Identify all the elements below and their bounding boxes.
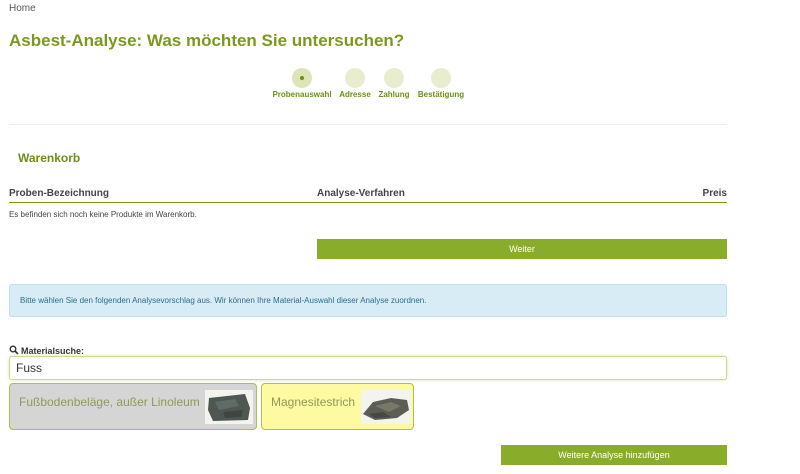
search-label: Materialsuche: [9, 345, 84, 356]
cart-title: Warenkorb [18, 151, 81, 165]
material-stone-image [205, 390, 253, 424]
page-title: Asbest-Analyse: Was möchten Sie untersuc… [9, 31, 405, 50]
cart-empty-message: Es befinden sich noch keine Produkte im … [9, 210, 197, 219]
add-analysis-button[interactable]: Weitere Analyse hinzufügen [501, 445, 727, 465]
material-suggestion-label: Magnesitestrich [271, 395, 356, 409]
material-suggestion-label: Fußbodenbeläge, außer Linoleum [19, 395, 200, 409]
material-stone-image [361, 390, 411, 424]
info-alert: Bitte wählen Sie den folgenden Analysevo… [9, 284, 727, 317]
step-active-icon [292, 68, 312, 88]
material-suggestion-fussbodenbelaege[interactable]: Fußbodenbeläge, außer Linoleum [9, 383, 257, 430]
progress-steps: Probenauswahl Adresse Zahlung Bestätigun… [0, 68, 800, 108]
material-search-input[interactable] [9, 356, 727, 380]
breadcrumb-home[interactable]: Home [9, 3, 36, 14]
table-header-divider [9, 202, 727, 203]
column-header-name: Proben-Bezeichnung [9, 188, 110, 199]
divider [9, 124, 727, 125]
column-header-price: Preis [702, 188, 727, 199]
info-text: Bitte wählen Sie den folgenden Analysevo… [20, 296, 427, 305]
step-bestaetigung: Bestätigung [401, 68, 481, 99]
step-dot-icon [431, 68, 451, 88]
material-suggestion-magnesitestrich[interactable]: Magnesitestrich [261, 383, 414, 430]
search-icon [9, 345, 19, 355]
step-label: Bestätigung [417, 90, 465, 99]
next-button[interactable]: Weiter [317, 239, 727, 259]
column-header-method: Analyse-Verfahren [317, 188, 405, 199]
search-label-text: Materialsuche: [21, 346, 85, 356]
